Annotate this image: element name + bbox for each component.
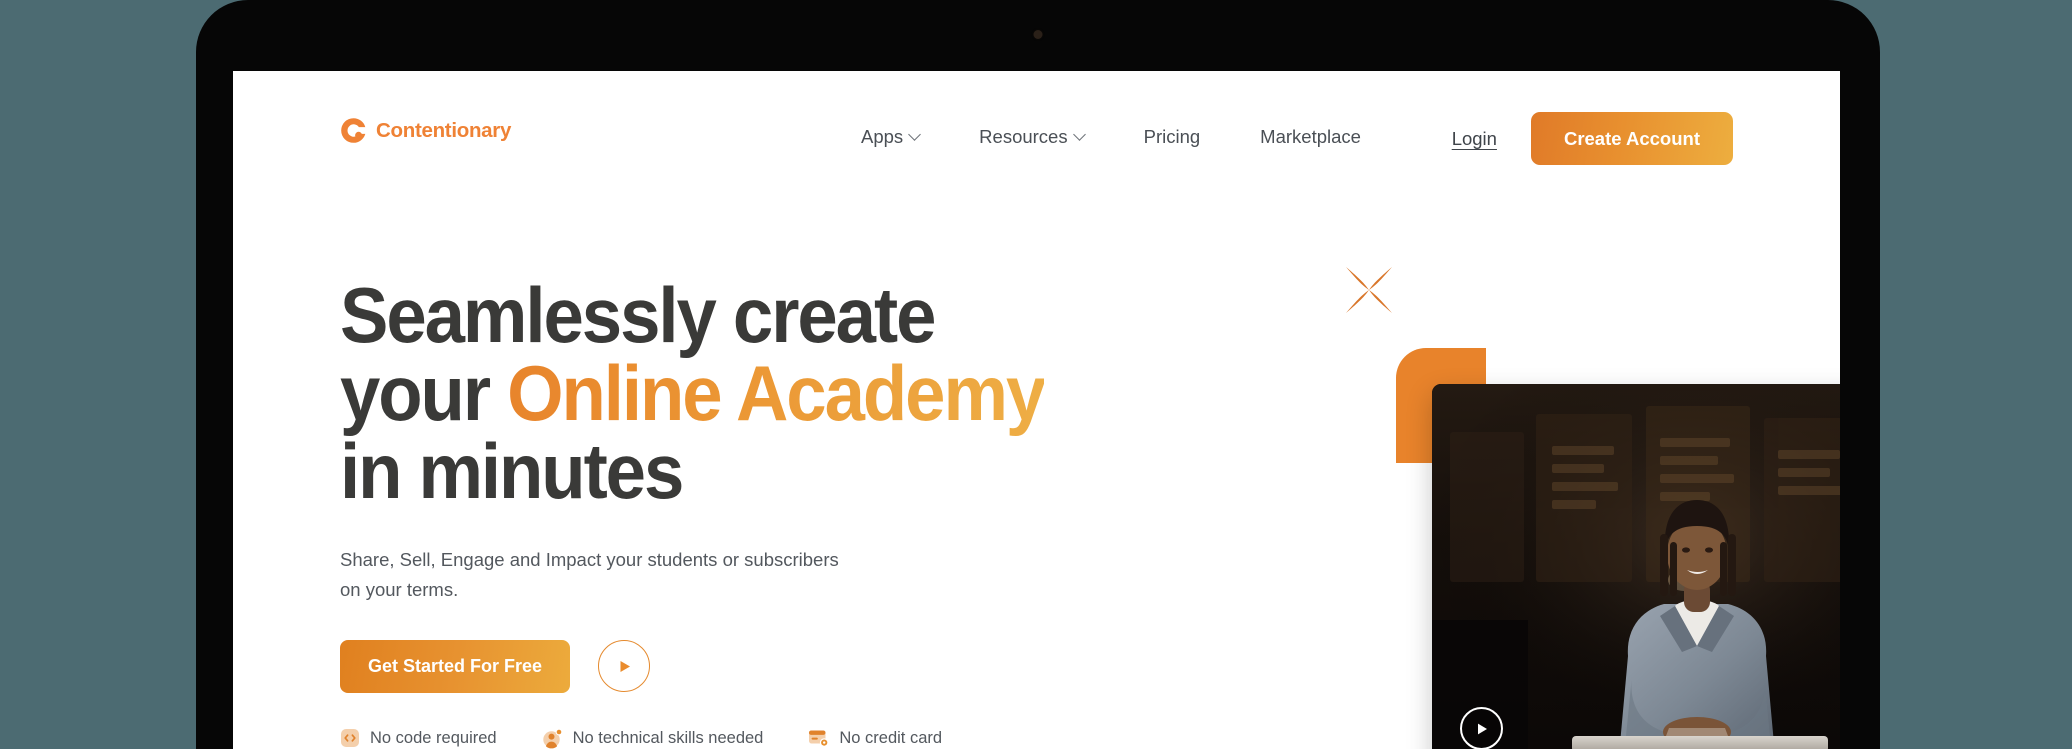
headline-line-2-plain: your [340, 349, 508, 437]
page-backdrop: Contentionary Apps Resources Pricing Mar… [0, 0, 2072, 749]
code-brackets-icon [341, 729, 359, 748]
feature-badge-label: No technical skills needed [572, 728, 764, 747]
headline-line-3: in minutes [340, 427, 684, 515]
user-settings-icon [542, 728, 562, 749]
page-title: Seamlessly create your Online Academy in… [340, 276, 1047, 510]
device-camera-dot [1033, 30, 1043, 39]
feature-badge-label: No code required [370, 728, 497, 747]
hero-video-card[interactable] [1432, 384, 1840, 749]
headline-line-2-accent: Online Academy [507, 349, 1046, 437]
watch-video-button[interactable] [598, 640, 651, 693]
video-play-button[interactable] [1460, 707, 1503, 749]
hero-subheading: Share, Sell, Engage and Impact your stud… [340, 545, 840, 605]
headline-line-1: Seamlessly create [340, 271, 936, 359]
credit-card-icon [809, 730, 829, 748]
hero-copy-column: Seamlessly create your Online Academy in… [340, 276, 1100, 749]
feature-badge-no-code: No code required [340, 728, 497, 748]
hero-subheading-line-2: on your terms. [340, 578, 459, 600]
feature-badge-no-technical-skills: No technical skills needed [542, 728, 764, 749]
play-triangle-icon [620, 660, 630, 672]
feature-badge-no-credit-card: No credit card [808, 728, 942, 748]
play-triangle-icon [1477, 723, 1487, 734]
hero-subheading-line-1: Share, Sell, Engage and Impact your stud… [340, 549, 839, 570]
feature-badges: No code required No technical skills nee… [340, 728, 1100, 749]
browser-screen: Contentionary Apps Resources Pricing Mar… [233, 71, 1840, 749]
hero-cta-row: Get Started For Free [340, 639, 1100, 693]
four-point-star-icon [1341, 262, 1397, 318]
feature-badge-label: No credit card [839, 728, 943, 747]
hero-video-thumbnail [1432, 384, 1840, 749]
get-started-button[interactable]: Get Started For Free [340, 639, 571, 693]
